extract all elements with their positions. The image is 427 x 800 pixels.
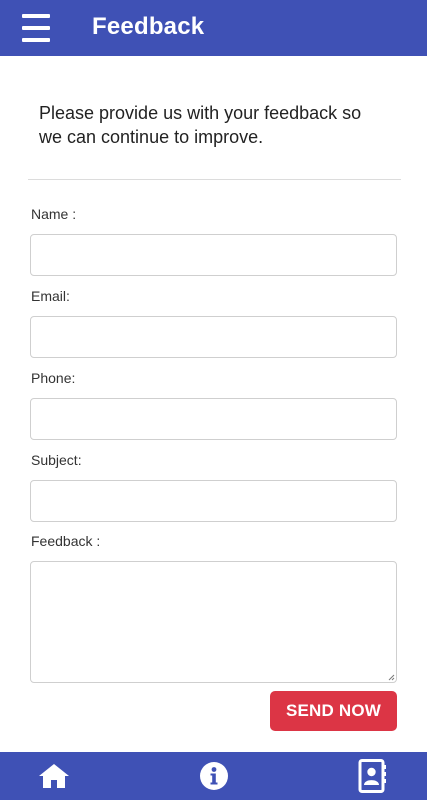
nav-contacts-button[interactable] (355, 759, 389, 793)
subject-input[interactable] (30, 480, 397, 522)
feedback-textarea[interactable] (30, 561, 397, 683)
nav-info-button[interactable] (197, 759, 231, 793)
hamburger-menu-icon[interactable] (22, 14, 50, 42)
top-app-bar: Feedback (0, 0, 427, 56)
resize-handle-icon[interactable] (388, 674, 395, 681)
home-icon (39, 764, 69, 788)
email-input[interactable] (30, 316, 397, 358)
page-title: Feedback (92, 13, 205, 40)
info-icon (200, 762, 228, 790)
intro-text: Please provide us with your feedback so … (39, 103, 362, 147)
phone-input[interactable] (30, 398, 397, 440)
phone-label: Phone: (31, 370, 76, 386)
send-now-button[interactable]: SEND NOW (270, 691, 397, 731)
email-label: Email: (31, 288, 70, 304)
contact-book-icon (358, 759, 386, 793)
nav-home-button[interactable] (37, 759, 71, 793)
name-label: Name : (31, 206, 77, 222)
bottom-nav-bar (0, 752, 427, 800)
name-input[interactable] (30, 234, 397, 276)
divider (28, 179, 401, 180)
feedback-label: Feedback : (31, 533, 101, 549)
subject-label: Subject: (31, 452, 82, 468)
